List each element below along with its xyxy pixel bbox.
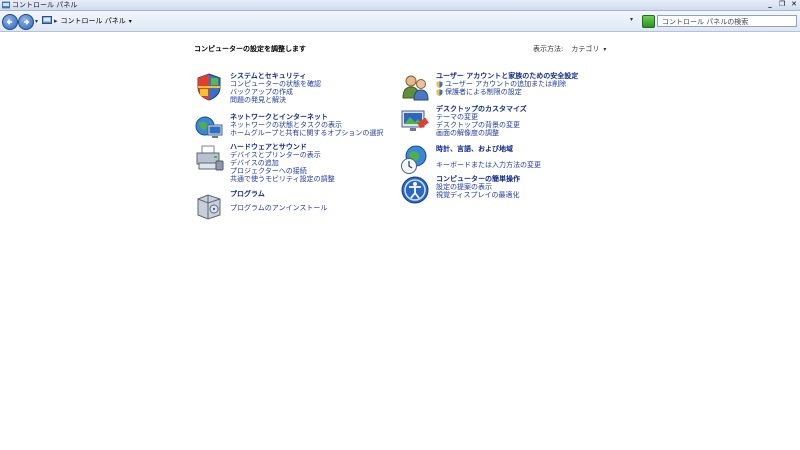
view-by-value[interactable]: カテゴリ	[571, 45, 599, 53]
uac-shield-icon	[436, 81, 443, 88]
uac-shield-icon	[436, 89, 443, 96]
chevron-down-icon[interactable]: ▾	[603, 46, 606, 53]
refresh-button[interactable]	[642, 15, 655, 28]
link-homegroup-sharing[interactable]: ホームグループと共有に関するオプションの選択	[230, 129, 383, 137]
restore-button[interactable]: ❐	[776, 0, 788, 10]
link-mobility-settings[interactable]: 共通で使うモビリティ設定の調整	[230, 175, 335, 183]
address-history-dropdown[interactable]: ▾	[630, 16, 633, 23]
link-change-background[interactable]: デスクトップの背景の変更	[436, 121, 520, 129]
window-title: コントロール パネル	[12, 1, 78, 9]
shield-icon	[197, 73, 221, 101]
link-change-theme[interactable]: テーマの変更	[436, 113, 520, 121]
control-panel-icon	[2, 1, 10, 9]
link-view-devices-printers[interactable]: デバイスとプリンターの表示	[230, 151, 335, 159]
link-uninstall-program[interactable]: プログラムのアンインストール	[230, 204, 327, 212]
control-panel-icon	[42, 16, 52, 24]
link-add-device[interactable]: デバイスの追加	[230, 159, 335, 167]
globe-clock-icon	[401, 145, 427, 174]
category-title[interactable]: 時計、言語、および地域	[436, 145, 513, 153]
desktop-personalize-icon	[401, 110, 429, 131]
view-by-selector[interactable]: 表示方法: カテゴリ ▾	[533, 44, 606, 54]
link-connect-projector[interactable]: プロジェクターへの接続	[230, 167, 335, 175]
link-view-network-status[interactable]: ネットワークの状態とタスクの表示	[230, 121, 383, 129]
link-adjust-resolution[interactable]: 画面の解像度の調整	[436, 129, 520, 137]
category-title[interactable]: ハードウェアとサウンド	[230, 143, 307, 151]
printer-icon	[196, 145, 224, 171]
view-by-label: 表示方法:	[533, 45, 564, 53]
link-label[interactable]: 保護者による制限の設定	[445, 88, 522, 96]
navigation-bar: ▾ ▸ コントロール パネル ▾ ▾ コントロール パネルの検索	[0, 11, 800, 32]
link-add-remove-accounts[interactable]: ユーザー アカウントの追加または削除	[436, 80, 566, 88]
close-button[interactable]: ✕	[788, 0, 800, 10]
users-icon	[402, 75, 429, 101]
chevron-down-icon[interactable]: ▾	[129, 18, 132, 25]
link-suggested-settings[interactable]: 設定の提案の表示	[436, 183, 520, 191]
address-breadcrumb[interactable]: ▸ コントロール パネル ▾	[54, 15, 132, 27]
category-title[interactable]: システムとセキュリティ	[230, 72, 306, 80]
category-title[interactable]: コンピューターの簡単操作	[436, 175, 520, 183]
arrow-right-icon	[24, 19, 30, 25]
link-create-backup[interactable]: バックアップの作成	[230, 88, 321, 96]
programs-box-icon	[197, 194, 221, 220]
forward-button[interactable]	[18, 14, 34, 30]
recent-pages-dropdown[interactable]: ▾	[35, 18, 38, 25]
category-title[interactable]: デスクトップのカスタマイズ	[436, 105, 527, 113]
category-title[interactable]: ユーザー アカウントと家族のための安全設定	[436, 72, 578, 80]
window-controls: _ ❐ ✕	[764, 0, 800, 10]
link-check-computer-status[interactable]: コンピューターの状態を確認	[230, 80, 321, 88]
arrow-left-icon	[6, 19, 12, 25]
link-optimize-visual-display[interactable]: 視覚ディスプレイの最適化	[436, 191, 520, 199]
breadcrumb-separator-icon: ▸	[54, 17, 58, 25]
link-change-keyboard-input[interactable]: キーボードまたは入力方法の変更	[436, 161, 541, 169]
link-find-fix-problems[interactable]: 問題の発見と解決	[230, 96, 321, 104]
ease-of-access-icon	[401, 176, 429, 204]
network-globe-icon	[195, 116, 223, 138]
minimize-button[interactable]: _	[764, 0, 776, 10]
category-title[interactable]: プログラム	[230, 190, 265, 198]
page-title: コンピューターの設定を調整します	[194, 45, 306, 53]
category-title[interactable]: ネットワークとインターネット	[230, 113, 328, 121]
title-bar: コントロール パネル _ ❐ ✕	[0, 0, 800, 11]
link-label[interactable]: ユーザー アカウントの追加または削除	[445, 80, 566, 88]
search-input[interactable]: コントロール パネルの検索	[657, 15, 797, 27]
breadcrumb-item[interactable]: コントロール パネル	[61, 17, 126, 25]
back-button[interactable]	[2, 14, 18, 30]
link-parental-controls[interactable]: 保護者による制限の設定	[436, 88, 566, 96]
